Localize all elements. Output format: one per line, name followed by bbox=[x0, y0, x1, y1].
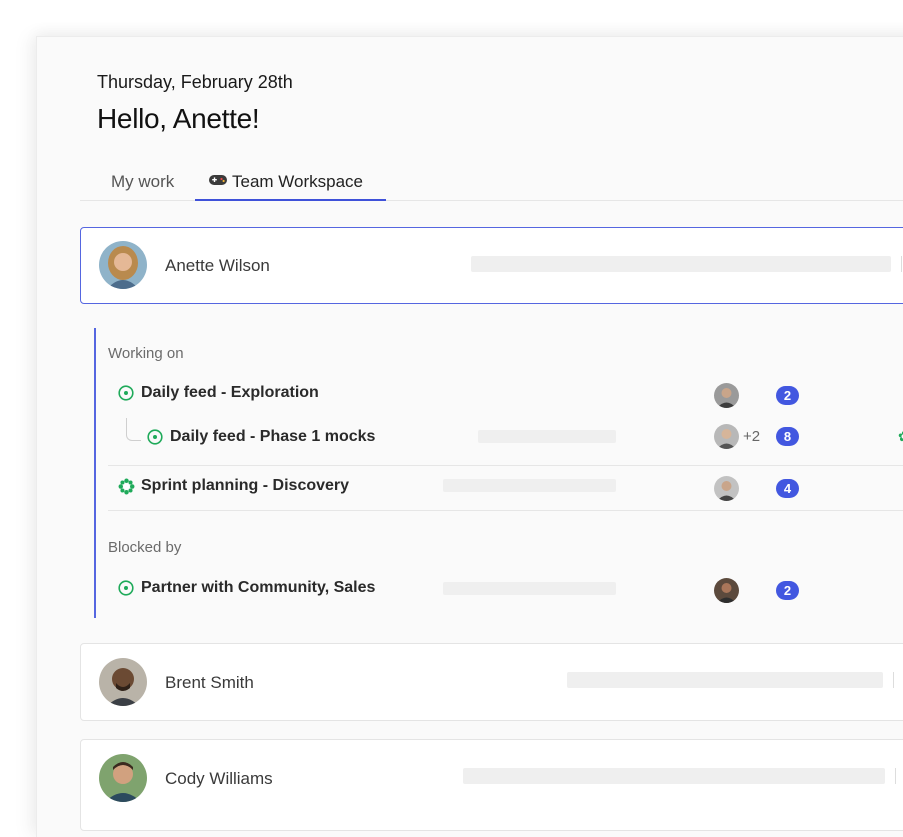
task-title[interactable]: Daily feed - Phase 1 mocks bbox=[170, 428, 375, 446]
assignee-avatar bbox=[714, 383, 739, 408]
avatar bbox=[99, 754, 147, 802]
divider bbox=[108, 510, 903, 511]
tab-my-work-label: My work bbox=[111, 172, 175, 191]
circle-dot-icon[interactable] bbox=[118, 385, 134, 401]
member-card-anette[interactable]: Anette Wilson bbox=[80, 227, 903, 304]
tab-team-workspace-label: Team Workspace bbox=[232, 172, 364, 191]
section-blocked-by: Blocked by bbox=[108, 539, 182, 556]
gamepad-icon bbox=[208, 172, 228, 192]
section-working-on: Working on bbox=[108, 345, 184, 362]
circle-dot-icon[interactable] bbox=[147, 429, 163, 445]
assignee-avatar bbox=[714, 578, 739, 603]
placeholder-bar bbox=[443, 582, 616, 595]
member-name: Brent Smith bbox=[165, 673, 254, 692]
tab-bar: My work Team Workspace bbox=[80, 166, 903, 201]
tab-my-work[interactable]: My work bbox=[111, 172, 174, 192]
avatar bbox=[99, 658, 147, 706]
placeholder-bar bbox=[471, 256, 891, 272]
greeting-title: Hello, Anette! bbox=[97, 103, 260, 134]
comment-count-badge[interactable]: 2 bbox=[776, 386, 799, 405]
subtask-connector bbox=[126, 418, 141, 441]
sparkle-gear-icon[interactable] bbox=[118, 478, 135, 495]
assignee-avatar bbox=[714, 476, 739, 501]
divider bbox=[895, 768, 896, 784]
divider bbox=[893, 672, 894, 688]
member-detail: Working on Blocked by bbox=[94, 328, 903, 618]
extra-assignees-count[interactable]: +2 bbox=[743, 428, 760, 445]
active-tab-indicator bbox=[195, 199, 386, 201]
placeholder-bar bbox=[443, 479, 616, 492]
comment-count-badge[interactable]: 4 bbox=[776, 479, 799, 498]
member-card-cody[interactable]: Cody Williams bbox=[80, 739, 903, 831]
task-title[interactable]: Sprint planning - Discovery bbox=[141, 477, 349, 495]
circle-dot-icon[interactable] bbox=[118, 580, 134, 596]
task-title[interactable]: Daily feed - Exploration bbox=[141, 384, 319, 402]
tab-team-workspace[interactable]: Team Workspace bbox=[208, 172, 363, 192]
current-date: Thursday, February 28th bbox=[97, 72, 293, 92]
comment-count-badge[interactable]: 2 bbox=[776, 581, 799, 600]
assignee-avatar bbox=[714, 424, 739, 449]
task-title[interactable]: Partner with Community, Sales bbox=[141, 579, 375, 597]
member-name: Anette Wilson bbox=[165, 256, 270, 275]
sparkle-gear-icon: ✿ bbox=[898, 428, 903, 445]
comment-count-badge[interactable]: 8 bbox=[776, 427, 799, 446]
member-name: Cody Williams bbox=[165, 769, 273, 788]
avatar bbox=[99, 241, 147, 289]
placeholder-bar bbox=[463, 768, 885, 784]
placeholder-bar bbox=[478, 430, 616, 443]
member-card-brent[interactable]: Brent Smith bbox=[80, 643, 903, 721]
placeholder-bar bbox=[567, 672, 883, 688]
divider bbox=[901, 256, 902, 272]
divider bbox=[108, 465, 903, 466]
